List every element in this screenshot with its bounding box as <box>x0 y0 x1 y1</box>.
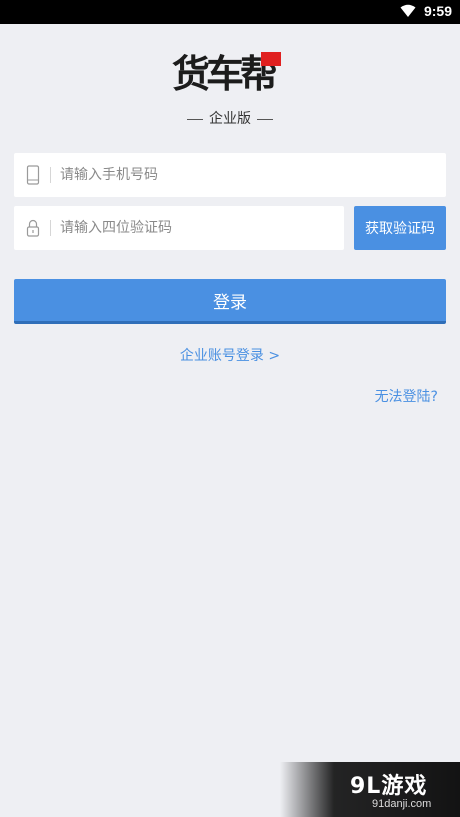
flag-icon <box>261 52 281 66</box>
phone-icon <box>26 165 40 185</box>
enterprise-login-link[interactable]: 企业账号登录 > <box>0 345 460 365</box>
watermark-title: 9L游戏 <box>350 774 428 799</box>
wifi-icon <box>400 4 416 17</box>
status-time: 9:59 <box>423 3 452 19</box>
edition-label: 企业版 <box>0 108 460 128</box>
app-logo: 货车帮 <box>172 52 288 100</box>
cannot-login-link[interactable]: 无法登陆? <box>375 386 438 406</box>
login-button[interactable]: 登录 <box>14 279 446 324</box>
logo-text: 货车帮 <box>172 51 278 96</box>
code-field[interactable] <box>14 206 344 250</box>
code-input[interactable] <box>60 206 330 250</box>
watermark: 9L游戏 91danji.com <box>280 762 460 817</box>
status-bar: 9:59 <box>0 0 460 24</box>
edition-text: 企业版 <box>209 111 251 127</box>
lock-icon <box>26 219 40 237</box>
phone-field[interactable] <box>14 153 446 197</box>
phone-input[interactable] <box>60 153 430 197</box>
get-code-button[interactable]: 获取验证码 <box>354 206 446 250</box>
field-separator <box>50 167 51 183</box>
divider <box>187 118 203 120</box>
field-separator <box>50 220 51 236</box>
watermark-url: 91danji.com <box>372 798 432 810</box>
divider <box>257 118 273 120</box>
